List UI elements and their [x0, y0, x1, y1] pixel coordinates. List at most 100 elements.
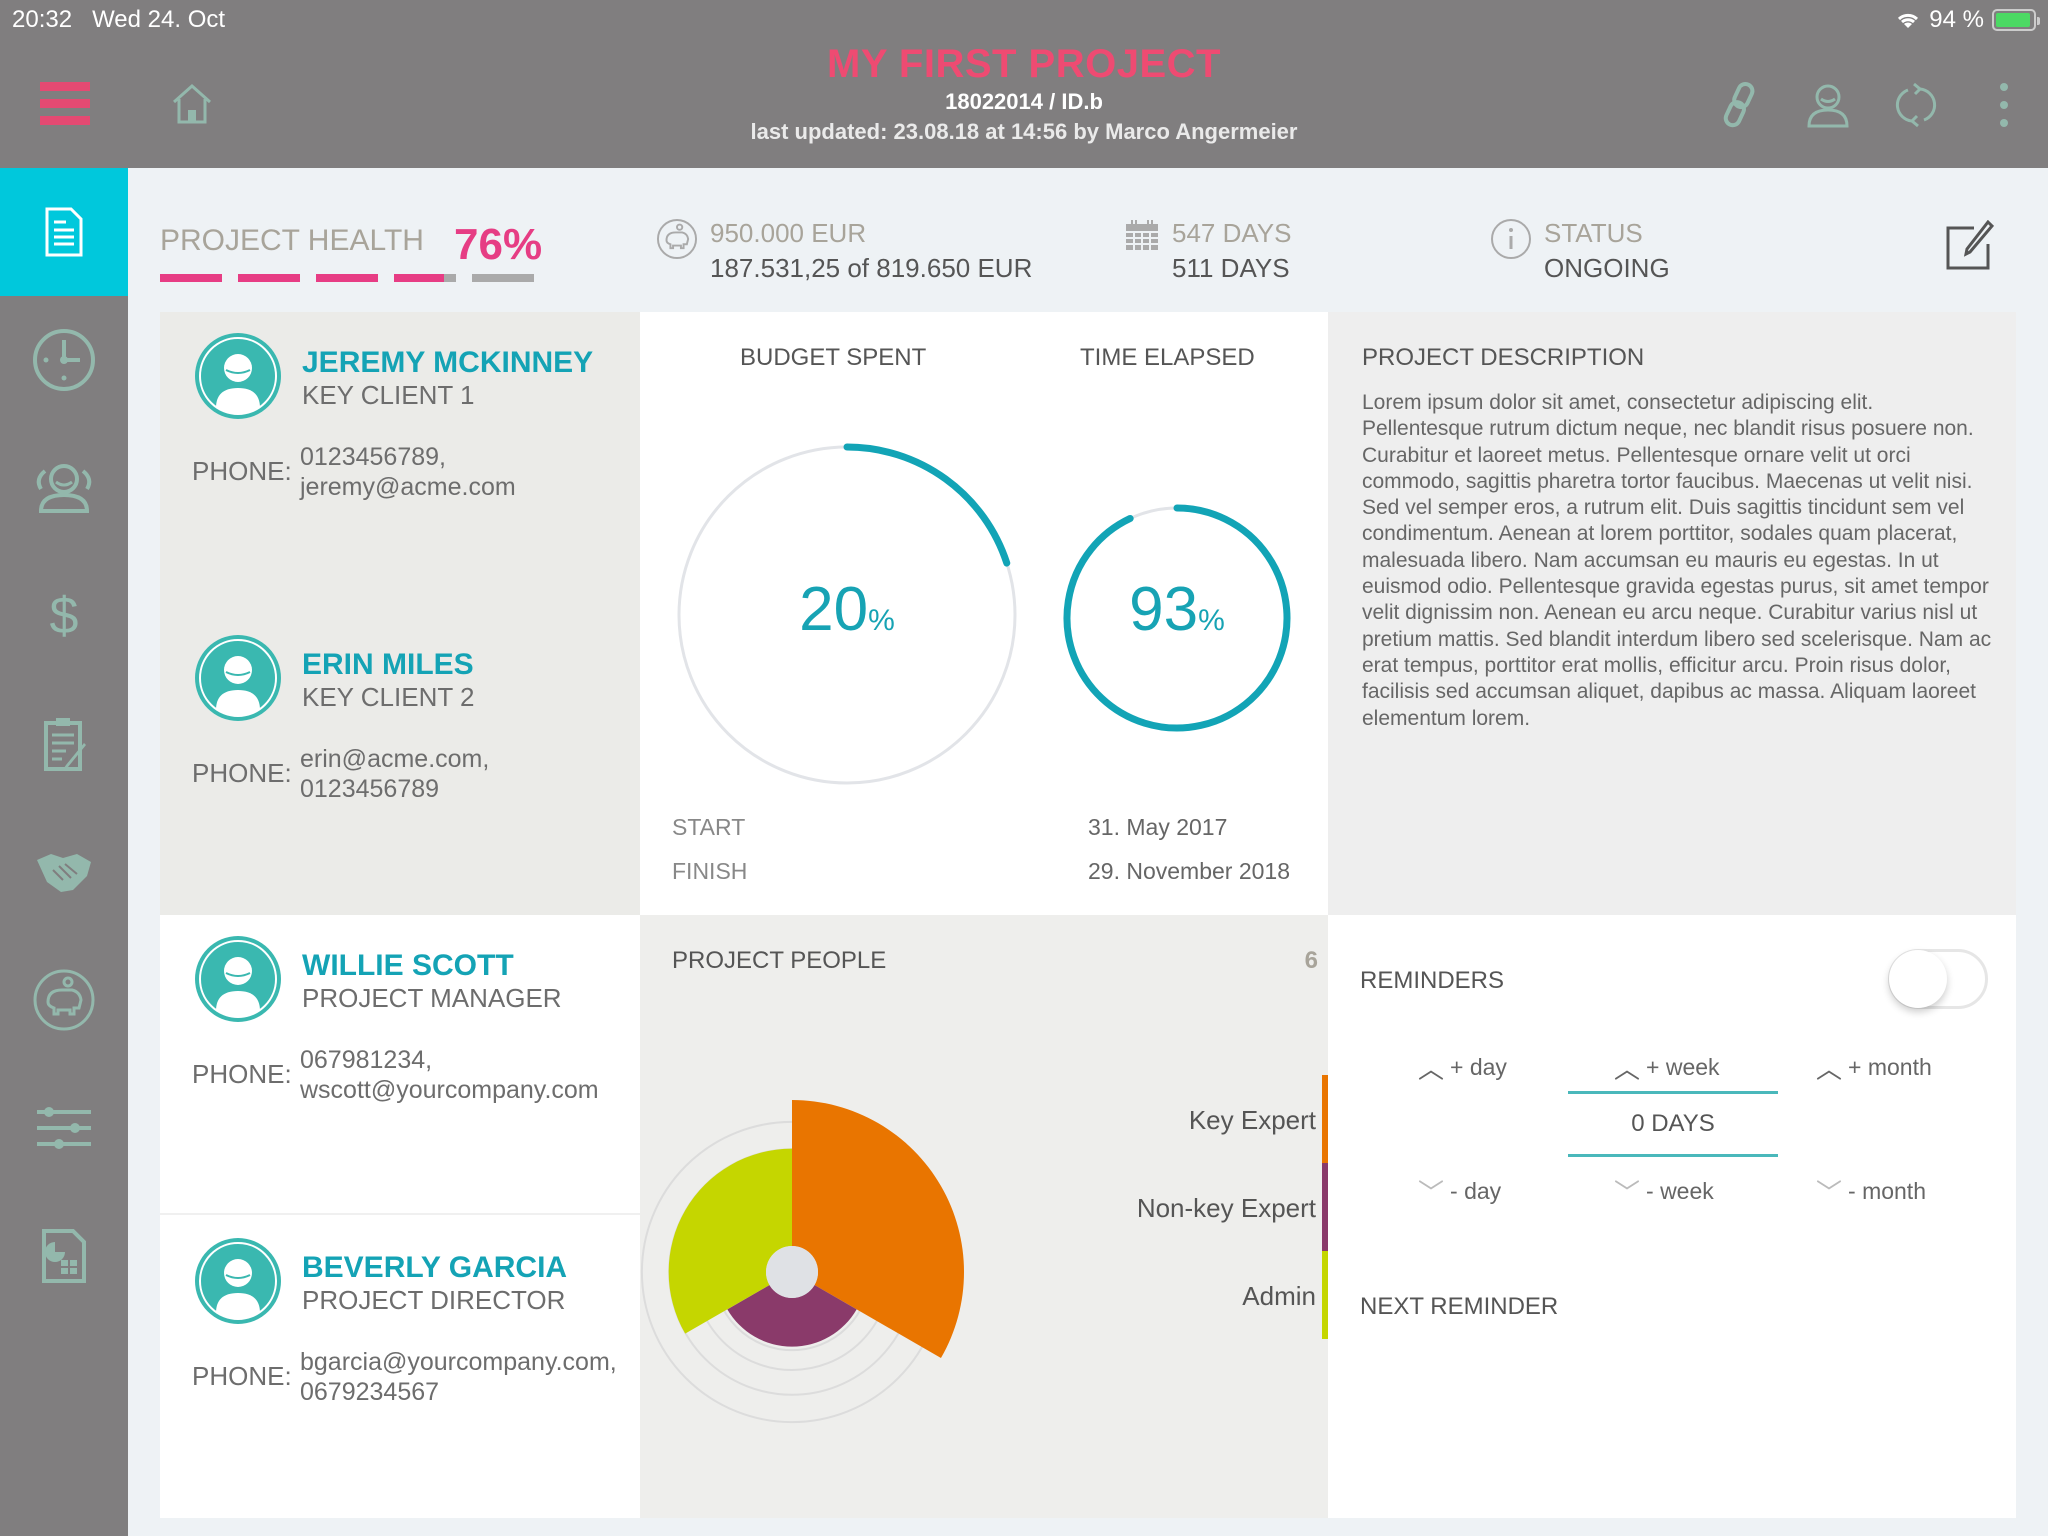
chevron-down-icon: ﹀: [1816, 1178, 1843, 1208]
avatar-icon[interactable]: [194, 935, 282, 1023]
clock: 20:32: [12, 6, 73, 33]
budget-stat: 950.000 EUR 187.531,25 of 819.650 EUR: [656, 218, 1032, 284]
people-icon: [36, 464, 92, 513]
link-button[interactable]: [1696, 78, 1784, 132]
status-label: STATUS: [1544, 218, 1643, 248]
legend-label: Admin: [1242, 1281, 1316, 1311]
contact-email[interactable]: erin@acme.com,: [300, 744, 489, 774]
health-segment: [394, 274, 456, 282]
sidebar-item-people[interactable]: [0, 424, 128, 552]
toggle-knob: [1889, 950, 1947, 1008]
health-value: 76%: [454, 220, 543, 269]
health-segment: [238, 274, 300, 282]
wifi-icon: [1898, 13, 1919, 28]
sliders-icon: [37, 1107, 91, 1149]
minus-month-button[interactable]: ﹀ - month: [1816, 1173, 1926, 1210]
plus-month-button[interactable]: ︿ + month: [1816, 1049, 1932, 1086]
sidebar-item-time[interactable]: [0, 296, 128, 424]
days-elapsed: 511 DAYS: [1172, 253, 1290, 283]
contact-email[interactable]: jeremy@acme.com: [300, 472, 516, 502]
date: Wed 24. Oct: [92, 6, 226, 33]
sidebar-item-finance[interactable]: $: [0, 552, 128, 680]
key-clients-card: JEREMY MCKINNEY KEY CLIENT 1 PHONE: 0123…: [160, 312, 640, 915]
contact-info: bgarcia@yourcompany.com, 0679234567: [300, 1347, 617, 1407]
plus-week-button[interactable]: ︿ + week: [1614, 1049, 1720, 1086]
finish-date: 29. November 2018: [1088, 858, 1291, 884]
contact-info: erin@acme.com, 0123456789: [300, 744, 489, 804]
contact-name: BEVERLY GARCIA: [302, 1251, 568, 1284]
more-button[interactable]: [1960, 78, 2048, 132]
legend-label: Non-key Expert: [1136, 1193, 1316, 1223]
piggy-bank-icon: [33, 969, 95, 1031]
clipboard-icon: [44, 718, 86, 771]
chevron-up-icon: ︿: [1614, 1054, 1641, 1084]
description-title: PROJECT DESCRIPTION: [1362, 344, 1645, 371]
report-icon: [42, 1229, 86, 1283]
dashboard-grid: JEREMY MCKINNEY KEY CLIENT 1 PHONE: 0123…: [160, 312, 2016, 1518]
minus-day-button[interactable]: ﹀ - day: [1418, 1173, 1501, 1210]
status-value: ONGOING: [1544, 253, 1670, 283]
health-segment: [160, 274, 222, 282]
health-label: PROJECT HEALTH: [160, 224, 424, 257]
battery-percent: 94 %: [1929, 6, 1984, 33]
sidebar-item-overview[interactable]: [0, 168, 128, 296]
piggy-bank-icon: [656, 218, 698, 260]
contact-email[interactable]: wscott@yourcompany.com: [300, 1075, 599, 1105]
battery-icon: [1992, 9, 2040, 31]
status-indicators: 94 %: [1895, 6, 2040, 34]
sidebar-item-tasks[interactable]: [0, 680, 128, 808]
contact-phone[interactable]: 0679234567: [300, 1377, 617, 1407]
contact-label: PHONE:: [192, 758, 292, 788]
health-progress: [160, 274, 534, 282]
health-segment: [472, 274, 534, 282]
contact-info: 067981234, wscott@yourcompany.com: [300, 1045, 599, 1105]
edit-icon: [1946, 219, 1995, 270]
contact-email[interactable]: bgarcia@yourcompany.com,: [300, 1347, 617, 1377]
info-icon: [1491, 219, 1531, 259]
dollar-icon: $: [49, 587, 79, 645]
budget-total: 950.000 EUR: [710, 218, 867, 248]
clock-icon: [33, 329, 95, 391]
sync-icon: [1895, 82, 1937, 128]
finish-label: FINISH: [672, 858, 748, 884]
handshake-icon: [37, 854, 91, 892]
contact-info: 0123456789, jeremy@acme.com: [300, 442, 516, 502]
sidebar: $: [0, 168, 128, 1536]
time-gauge-value: 93%: [1129, 575, 1225, 644]
chart-center: [766, 1246, 818, 1298]
main-content: PROJECT HEALTH 76% 950.000 EUR 187.531,2…: [128, 168, 2048, 1536]
user-button[interactable]: [1784, 78, 1872, 132]
edit-button[interactable]: [1944, 219, 1996, 272]
contact-phone[interactable]: 0123456789: [300, 774, 489, 804]
contact-label: PHONE:: [192, 1059, 292, 1089]
budget-gauge-value: 20%: [799, 575, 895, 644]
plus-day-button[interactable]: ︿ + day: [1418, 1049, 1507, 1086]
more-vertical-icon: [2000, 83, 2008, 127]
progress-card: BUDGET SPENT TIME ELAPSED 20% 93% START …: [640, 312, 1328, 915]
contact-role: KEY CLIENT 2: [302, 682, 475, 712]
chevron-up-icon: ︿: [1816, 1054, 1843, 1084]
sync-button[interactable]: [1872, 78, 1960, 132]
description-card: PROJECT DESCRIPTION Lorem ipsum dolor si…: [1328, 312, 2016, 915]
team-card: WILLIE SCOTT PROJECT MANAGER PHONE: 0679…: [160, 915, 640, 1518]
avatar-icon[interactable]: [194, 1237, 282, 1325]
header-actions: [1696, 78, 2048, 132]
budget-spent: 187.531,25 of 819.650 EUR: [710, 253, 1033, 283]
reminders-card: REMINDERS ︿ + day ︿ + week ︿ + month 0 DAYS…: [1328, 915, 2016, 1518]
sidebar-item-budget[interactable]: [0, 936, 128, 1064]
avatar-icon[interactable]: [194, 634, 282, 722]
sidebar-item-partners[interactable]: [0, 808, 128, 936]
contact-phone[interactable]: 067981234,: [300, 1045, 599, 1075]
reminders-title: REMINDERS: [1360, 967, 1505, 994]
chevron-up-icon: ︿: [1418, 1054, 1445, 1084]
sidebar-item-settings[interactable]: [0, 1064, 128, 1192]
contact-name: WILLIE SCOTT: [302, 949, 514, 982]
contact-phone[interactable]: 0123456789,: [300, 442, 516, 472]
contact-label: PHONE:: [192, 456, 292, 486]
sidebar-item-reports[interactable]: [0, 1192, 128, 1320]
calendar-icon: [1126, 220, 1158, 250]
minus-week-button[interactable]: ﹀ - week: [1614, 1173, 1714, 1210]
reminders-toggle[interactable]: [1888, 949, 1988, 1009]
avatar-icon[interactable]: [194, 332, 282, 420]
budget-gauge-arc: [843, 443, 1011, 567]
